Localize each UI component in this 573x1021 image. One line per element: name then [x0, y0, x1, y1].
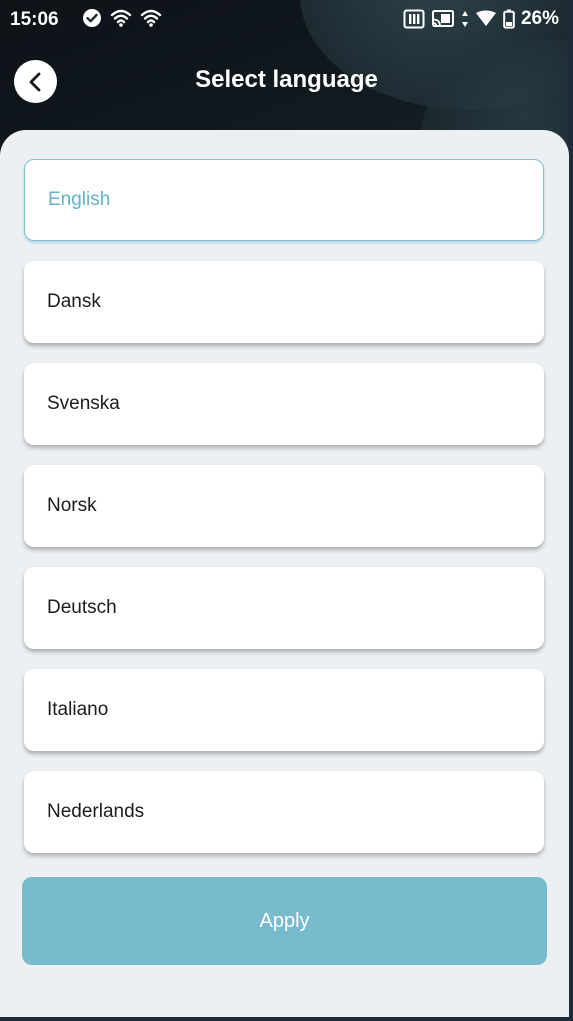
wifi-icon: [140, 9, 162, 27]
nfc-icon: [403, 9, 425, 29]
language-option-svenska[interactable]: Svenska: [24, 363, 544, 445]
cast-icon: [431, 10, 454, 27]
language-option-deutsch[interactable]: Deutsch: [24, 567, 544, 649]
battery-icon: [503, 9, 515, 29]
app-screen: 15:06 26% Select language English Dansk …: [0, 0, 573, 1021]
page-title: Select language: [195, 66, 378, 93]
language-option-dansk[interactable]: Dansk: [24, 261, 544, 343]
language-option-nederlands[interactable]: Nederlands: [24, 771, 544, 853]
screen-border: [0, 1017, 573, 1021]
language-option-english[interactable]: English: [24, 159, 544, 241]
data-arrows-icon: [461, 11, 468, 27]
wifi-icon: [110, 9, 132, 27]
status-left-icons: [82, 8, 162, 28]
battery-percentage: 26%: [520, 8, 559, 29]
check-circle-icon: [83, 9, 101, 27]
signal-icon: [475, 10, 496, 26]
status-right-icons: 26%: [403, 8, 559, 30]
apply-button[interactable]: Apply: [22, 877, 547, 965]
header: Select language: [0, 54, 573, 108]
language-option-norsk[interactable]: Norsk: [24, 465, 544, 547]
status-time: 15:06: [10, 9, 59, 30]
language-panel: English Dansk Svenska Norsk Deutsch Ital…: [0, 130, 569, 1021]
language-option-italiano[interactable]: Italiano: [24, 669, 544, 751]
status-bar: 15:06 26%: [0, 0, 573, 40]
screen-border: [569, 0, 573, 1021]
